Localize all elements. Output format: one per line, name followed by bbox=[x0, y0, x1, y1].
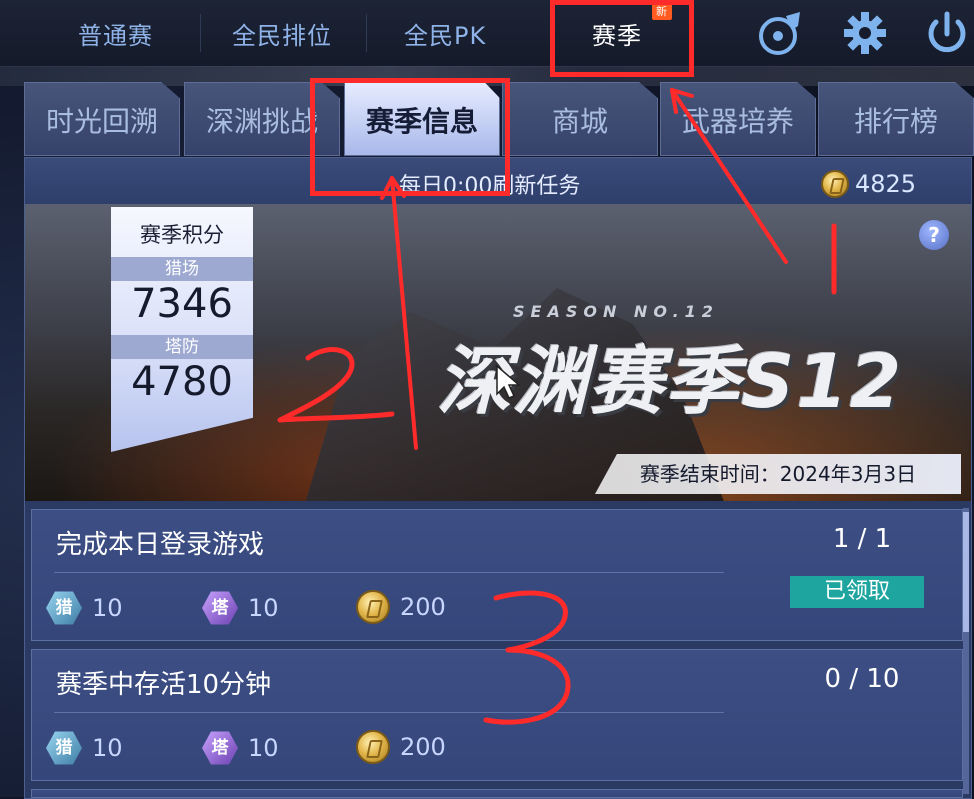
season-score-card: 赛季积分 猎场 7346 塔防 4780 bbox=[111, 207, 253, 452]
task-divider bbox=[54, 712, 724, 713]
hunt-badge-icon: 猎 bbox=[46, 591, 82, 625]
cursor-icon bbox=[496, 364, 521, 399]
tower-badge-icon: 塔 bbox=[202, 591, 238, 625]
nav-pk[interactable]: 全民PK bbox=[404, 16, 486, 51]
reward-tower-value: 10 bbox=[248, 594, 279, 622]
hunt-score-value: 7346 bbox=[131, 281, 233, 327]
task-progress: 1 / 1 bbox=[832, 524, 892, 554]
task-title: 赛季中存活10分钟 bbox=[56, 670, 272, 700]
tower-badge-icon: 塔 bbox=[202, 731, 238, 765]
task-row: 完成本日登录游戏 猎 10 塔 10 200 1 / 1 已领取 bbox=[31, 509, 963, 641]
annotation-box-season-info-tab bbox=[310, 78, 510, 196]
nav-divider bbox=[366, 14, 367, 52]
scrollbar-thumb[interactable] bbox=[963, 512, 969, 632]
task-row: 赛季中存活10分钟 猎 10 塔 10 200 0 / 10 bbox=[31, 649, 963, 781]
top-nav: 普通赛 全民排位 全民PK 赛季 新 bbox=[0, 0, 974, 67]
nav-divider bbox=[200, 14, 201, 52]
help-icon[interactable]: ? bbox=[919, 220, 949, 250]
reward-hunt-value: 10 bbox=[92, 734, 123, 762]
tower-score-label: 塔防 bbox=[111, 335, 253, 359]
coin-icon bbox=[356, 730, 390, 764]
reward-coin-value: 200 bbox=[400, 593, 446, 621]
annotation-box-season-nav bbox=[550, 0, 694, 77]
coin-icon bbox=[821, 170, 849, 198]
reward-tower: 塔 10 bbox=[202, 590, 279, 626]
task-progress: 0 / 10 bbox=[824, 664, 900, 694]
reward-hunt: 猎 10 bbox=[46, 730, 123, 766]
reward-tower: 塔 10 bbox=[202, 730, 279, 766]
tab-leaderboard[interactable]: 排行榜 bbox=[818, 82, 974, 156]
reward-coin-value: 200 bbox=[400, 733, 446, 761]
hunt-badge-icon: 猎 bbox=[46, 731, 82, 765]
reward-coin: 200 bbox=[356, 730, 446, 764]
hunt-score-label: 猎场 bbox=[111, 257, 253, 281]
season-panel: 每日0:00刷新任务 4825 赛季积分 猎场 7346 塔防 4780 ? S… bbox=[24, 157, 972, 799]
coin-balance: 4825 bbox=[855, 170, 917, 198]
reward-hunt: 猎 10 bbox=[46, 590, 123, 626]
tab-time-rewind[interactable]: 时光回溯 bbox=[24, 82, 180, 156]
task-divider bbox=[54, 572, 724, 573]
nav-normal-race[interactable]: 普通赛 bbox=[78, 16, 153, 51]
gear-icon[interactable] bbox=[840, 8, 890, 58]
coin-icon bbox=[356, 590, 390, 624]
claimed-button[interactable]: 已领取 bbox=[790, 576, 924, 608]
tower-score-value: 4780 bbox=[131, 359, 233, 405]
music-disc-icon[interactable] bbox=[756, 8, 806, 58]
reward-tower-value: 10 bbox=[248, 734, 279, 762]
season-banner: 赛季积分 猎场 7346 塔防 4780 ? SEASON NO.12 深渊赛季… bbox=[25, 204, 971, 501]
tab-weapon-training[interactable]: 武器培养 bbox=[660, 82, 816, 156]
reward-hunt-value: 10 bbox=[92, 594, 123, 622]
nav-ranked[interactable]: 全民排位 bbox=[232, 16, 332, 51]
tab-shop[interactable]: 商城 bbox=[502, 82, 658, 156]
task-title: 完成本日登录游戏 bbox=[56, 530, 265, 560]
season-subtitle: SEASON NO.12 bbox=[513, 302, 719, 321]
task-scrollbar[interactable] bbox=[963, 508, 969, 794]
season-end-time: 赛季结束时间：2024年3月3日 bbox=[595, 454, 961, 494]
reward-coin: 200 bbox=[356, 590, 446, 624]
score-title: 赛季积分 bbox=[140, 223, 224, 247]
power-icon[interactable] bbox=[922, 8, 972, 58]
